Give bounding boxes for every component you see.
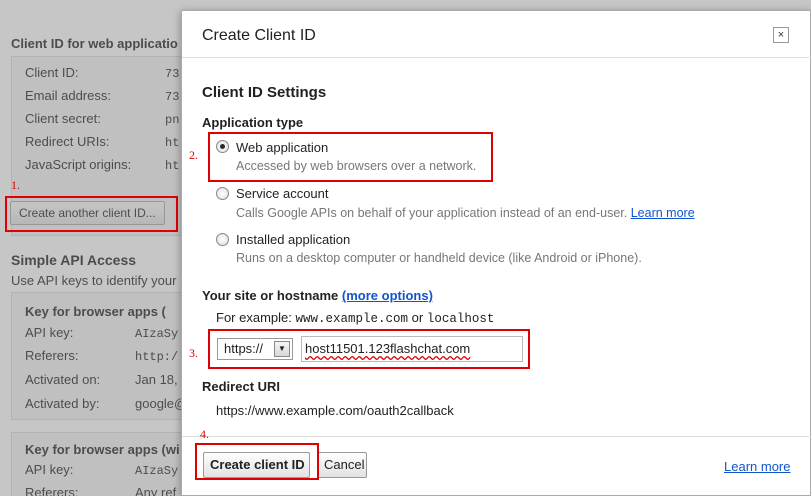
create-client-id-dialog: Create Client ID × Client ID Settings Ap…	[181, 10, 811, 496]
redirect-uri-label: Redirect URI	[202, 379, 281, 394]
service-account-radio[interactable]	[216, 187, 229, 200]
application-type-label: Application type	[202, 115, 304, 130]
installed-application-description: Runs on a desktop computer or handheld d…	[236, 251, 642, 265]
annotation-box-4	[195, 443, 319, 480]
annotation-box-1	[5, 196, 178, 232]
dialog-footer-divider	[182, 436, 811, 437]
more-options-link[interactable]: (more options)	[342, 288, 433, 303]
hostname-example: For example: www.example.com or localhos…	[216, 310, 495, 326]
footer-learn-more-link[interactable]: Learn more	[724, 459, 790, 474]
installed-application-label[interactable]: Installed application	[236, 232, 350, 247]
installed-application-radio[interactable]	[216, 233, 229, 246]
annotation-step-2: 2.	[189, 148, 198, 162]
redirect-uri-value: https://www.example.com/oauth2callback	[216, 403, 454, 418]
service-account-label[interactable]: Service account	[236, 186, 329, 201]
close-icon[interactable]: ×	[773, 27, 789, 43]
service-account-learn-more-link[interactable]: Learn more	[631, 206, 695, 220]
annotation-box-2	[208, 132, 493, 182]
dialog-title-divider	[182, 57, 811, 58]
annotation-step-3: 3.	[189, 346, 198, 360]
cancel-button[interactable]: Cancel	[317, 452, 367, 478]
annotation-step-1: 1.	[11, 178, 20, 192]
site-hostname-heading: Your site or hostname (more options)	[202, 288, 433, 303]
annotation-step-4: 4.	[200, 427, 209, 441]
service-account-description: Calls Google APIs on behalf of your appl…	[236, 206, 695, 220]
dialog-title: Create Client ID	[202, 27, 316, 44]
settings-heading: Client ID Settings	[202, 84, 327, 101]
annotation-box-3	[208, 329, 530, 369]
